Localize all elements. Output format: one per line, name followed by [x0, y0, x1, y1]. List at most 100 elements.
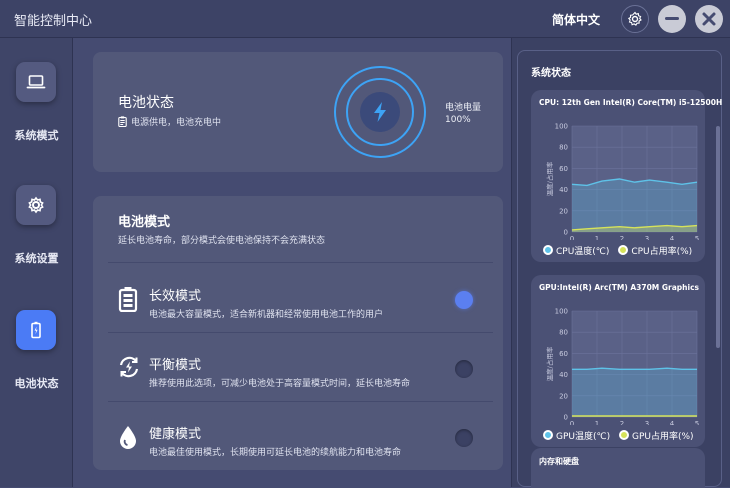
x-tick-label: 1 — [595, 420, 599, 425]
gpu-chart-card: GPU:Intel(R) Arc(TM) A370M Graphics 0 20 4… — [531, 275, 705, 447]
mode-option-long-life[interactable]: 长效模式 电池最大容量模式，适合新机器和经常使用电池工作的用户 — [93, 266, 503, 334]
clipboard-icon — [118, 116, 127, 128]
battery-status-card: 电池状态 电源供电，电池充电中 电池电量 100% — [93, 52, 503, 172]
sidebar-icon-button[interactable] — [16, 310, 56, 350]
charging-bolt-icon — [374, 102, 386, 122]
mode-icon-wrap — [117, 355, 141, 383]
series-area — [572, 179, 697, 232]
y-tick-label: 80 — [559, 144, 568, 152]
sidebar-item-label: 系统设置 — [14, 252, 59, 265]
close-icon — [702, 12, 716, 26]
settings-button[interactable] — [621, 5, 649, 33]
gear-icon — [627, 11, 642, 26]
legend-label: CPU温度(℃) — [556, 247, 610, 257]
sidebar: 系统模式 系统设置 电池状态 — [0, 38, 73, 487]
close-button[interactable] — [695, 5, 723, 33]
x-tick-label: 3 — [645, 235, 649, 240]
battery-status-text: 电源供电，电池充电中 — [131, 118, 222, 128]
divider — [108, 332, 493, 333]
x-tick-label: 5 — [695, 235, 699, 240]
mode-option-balanced[interactable]: 平衡模式 推荐使用此选项，可减少电池处于高容量模式时间，延长电池寿命 — [93, 335, 503, 403]
battery-mode-card: 电池模式 延长电池寿命，部分模式会使电池保持不会充满状态 长效模式 电池最大容量… — [93, 196, 503, 470]
y-tick-label: 80 — [559, 329, 568, 337]
x-tick-label: 0 — [570, 235, 574, 240]
system-status-title: 系统状态 — [531, 68, 571, 79]
x-tick-label: 2 — [620, 420, 624, 425]
balance-icon — [119, 356, 139, 378]
divider — [108, 401, 493, 402]
y-tick-label: 40 — [559, 371, 568, 379]
battery-ring-core — [360, 92, 400, 132]
legend-label: CPU占用率(%) — [631, 247, 693, 257]
memory-disk-card: 内存和硬盘 — [531, 448, 705, 488]
mode-description: 电池最大容量模式，适合新机器和经常使用电池工作的用户 — [149, 310, 384, 320]
battery-full-icon — [118, 287, 138, 313]
battery-status-subtitle: 电源供电，电池充电中 — [118, 115, 221, 128]
legend-swatch — [618, 245, 629, 255]
x-tick-label: 4 — [670, 235, 675, 240]
y-axis-label: 温度/占用率 — [545, 346, 554, 381]
battery-mode-subtitle: 延长电池寿命，部分模式会使电池保持不会充满状态 — [118, 236, 326, 246]
mode-description: 推荐使用此选项，可减少电池处于高容量模式时间，延长电池寿命 — [149, 379, 411, 389]
y-tick-label: 60 — [559, 350, 568, 358]
battery-icon — [31, 321, 41, 339]
x-tick-label: 0 — [570, 420, 574, 425]
sidebar-icon-button[interactable] — [16, 62, 56, 102]
x-tick-label: 1 — [595, 235, 599, 240]
cpu-chart-legend: CPU温度(℃) CPU占用率(%) — [543, 244, 692, 257]
y-tick-label: 20 — [559, 207, 568, 215]
mode-radio[interactable] — [455, 429, 473, 447]
title-bar: 智能控制中心 简体中文 — [0, 0, 730, 38]
battery-level-value: 100% — [445, 115, 471, 125]
gpu-chart-legend: GPU温度(℃) GPU占用率(%) — [543, 429, 694, 442]
y-tick-label: 40 — [559, 186, 568, 194]
legend-swatch — [543, 430, 553, 440]
minimize-button[interactable] — [658, 5, 686, 33]
y-tick-label: 0 — [564, 414, 568, 422]
legend-swatch — [543, 245, 553, 255]
y-tick-label: 100 — [555, 308, 568, 316]
series-area — [572, 368, 697, 417]
memory-disk-title: 内存和硬盘 — [539, 457, 579, 466]
mode-name: 健康模式 — [149, 427, 202, 442]
y-tick-label: 100 — [555, 123, 568, 131]
mode-radio[interactable] — [455, 360, 473, 378]
mode-name: 平衡模式 — [149, 358, 202, 373]
sidebar-item-label: 电池状态 — [14, 377, 59, 390]
legend-label: GPU温度(℃) — [556, 432, 611, 442]
language-selector[interactable]: 简体中文 — [552, 11, 600, 28]
battery-level-label: 电池电量 — [445, 103, 482, 113]
sidebar-item-label: 系统模式 — [14, 129, 59, 142]
x-tick-label: 3 — [645, 420, 649, 425]
app-title: 智能控制中心 — [14, 14, 93, 29]
y-tick-label: 0 — [564, 229, 568, 237]
mode-icon-wrap — [117, 424, 139, 454]
cpu-chart-card: CPU: 12th Gen Intel(R) Core(TM) i5-12500… — [531, 90, 722, 262]
gpu-chart: 0 20 40 60 80 100 0 1 2 3 4 5 温度/占用率 — [545, 308, 699, 426]
system-status-panel: 系统状态 CPU: 12th Gen Intel(R) Core(TM) i5-… — [511, 38, 730, 488]
mode-description: 电池最佳使用模式，长期使用可延长电池的续航能力和电池寿命 — [149, 448, 402, 458]
y-tick-label: 20 — [559, 392, 568, 400]
y-axis-label: 温度/占用率 — [545, 161, 554, 196]
minimize-icon — [665, 17, 679, 20]
cpu-chart: 0 20 40 60 80 100 0 1 2 3 4 5 温度/占用率 — [545, 123, 699, 241]
laptop-icon — [26, 75, 46, 89]
battery-mode-title: 电池模式 — [118, 215, 171, 230]
mode-name: 长效模式 — [149, 289, 202, 304]
x-tick-label: 4 — [670, 420, 675, 425]
drop-icon — [120, 426, 136, 449]
mode-radio-selected[interactable] — [455, 291, 473, 309]
legend-swatch — [619, 430, 629, 440]
x-tick-label: 5 — [695, 420, 699, 425]
battery-status-title: 电池状态 — [118, 95, 174, 111]
scrollbar[interactable] — [716, 126, 720, 348]
legend-label: GPU占用率(%) — [632, 432, 694, 442]
y-tick-label: 60 — [559, 165, 568, 173]
main-content: 电池状态 电源供电，电池充电中 电池电量 100% 电池模式 延长电池寿命，部分… — [73, 38, 511, 487]
x-tick-label: 2 — [620, 235, 624, 240]
mode-icon-wrap — [117, 286, 139, 316]
mode-option-health[interactable]: 健康模式 电池最佳使用模式，长期使用可延长电池的续航能力和电池寿命 — [93, 404, 503, 472]
divider — [108, 262, 493, 263]
gear-icon — [28, 196, 44, 214]
sidebar-icon-button[interactable] — [16, 185, 56, 225]
